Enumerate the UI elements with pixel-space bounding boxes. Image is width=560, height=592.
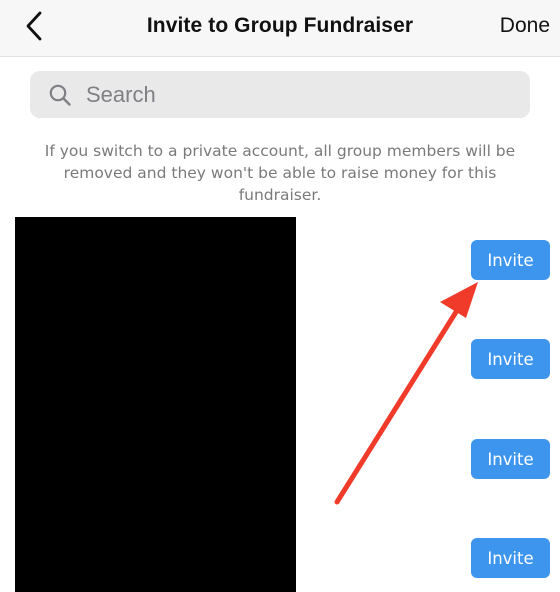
page-title: Invite to Group Fundraiser [146, 14, 414, 37]
invite-button[interactable]: Invite [471, 439, 550, 479]
search-input[interactable]: Search [30, 71, 530, 118]
redacted-member-list [15, 217, 296, 592]
search-icon [48, 83, 72, 107]
private-account-notice: If you switch to a private account, all … [44, 142, 516, 204]
invite-button[interactable]: Invite [471, 240, 550, 280]
nav-header: Invite to Group Fundraiser Done [0, 0, 560, 57]
done-button[interactable]: Done [500, 14, 550, 38]
invite-button[interactable]: Invite [471, 538, 550, 578]
invite-screen: Invite to Group Fundraiser Done Search I… [0, 0, 560, 592]
invite-button[interactable]: Invite [471, 339, 550, 379]
search-placeholder: Search [86, 81, 156, 107]
